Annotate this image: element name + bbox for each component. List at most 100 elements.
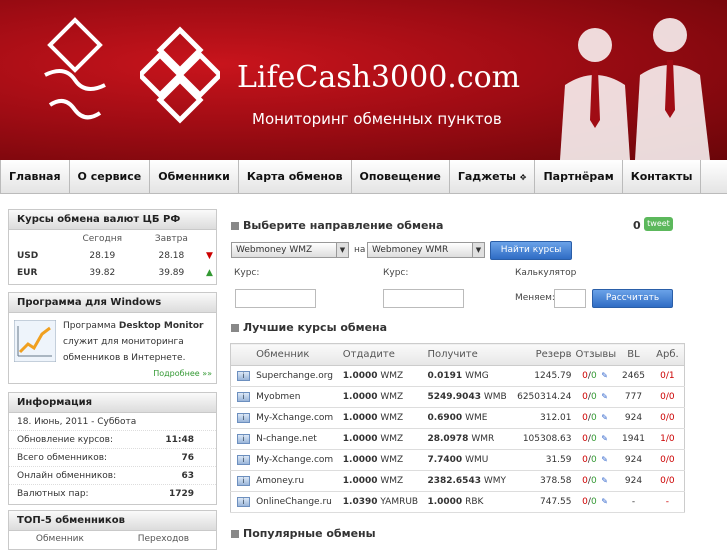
cbr-currency: USD bbox=[17, 250, 39, 261]
col-exchanger[interactable]: Обменник bbox=[256, 343, 343, 366]
reviews-cell[interactable]: 0/0 ✎ bbox=[575, 491, 617, 513]
give-cell: 1.0390 YAMRUB bbox=[342, 491, 428, 513]
exchanger-name[interactable]: My-Xchange.com bbox=[256, 449, 343, 471]
feedback-icon[interactable]: ✎ bbox=[600, 413, 610, 423]
give-currency: WMZ bbox=[380, 434, 404, 444]
col-reserve[interactable]: Резерв bbox=[517, 343, 576, 366]
info-title: Информация bbox=[9, 393, 216, 413]
table-row[interactable]: i My-Xchange.com 1.0000 WMZ 0.6900 WME 312.0… bbox=[230, 407, 685, 429]
exchanger-name[interactable]: My-Xchange.com bbox=[256, 407, 343, 429]
info-row: Валютных пар: 1729 bbox=[9, 485, 216, 503]
best-rates-title: Лучшие курсы обмена bbox=[243, 321, 388, 334]
nav-partners[interactable]: Партнёрам bbox=[535, 160, 623, 193]
exchanger-name[interactable]: N-change.net bbox=[256, 428, 343, 450]
info-cell[interactable]: i bbox=[230, 365, 257, 387]
get-amount: 28.0978 bbox=[427, 434, 469, 444]
info-cell[interactable]: i bbox=[230, 449, 257, 471]
reviews-positive: 0 bbox=[590, 455, 597, 465]
down-arrow-icon: ▼ bbox=[205, 250, 213, 261]
find-rates-button[interactable]: Найти курсы bbox=[490, 241, 572, 260]
nav-notification[interactable]: Оповещение bbox=[352, 160, 450, 193]
to-currency-select[interactable]: Webmoney WMR ▼ bbox=[367, 242, 485, 258]
nav-exchangers[interactable]: Обменники bbox=[150, 160, 239, 193]
reviews-positive: 0 bbox=[590, 413, 597, 423]
table-row[interactable]: i OnlineChange.ru 1.0390 YAMRUB 1.0000 RBK 7… bbox=[230, 491, 685, 513]
give-amount: 1.0000 bbox=[342, 434, 378, 444]
table-row[interactable]: i N-change.net 1.0000 WMZ 28.0978 WMR 105308… bbox=[230, 428, 685, 450]
best-rates-table: Обменник Отдадите Получите Резерв Отзывы… bbox=[230, 343, 685, 513]
reserve: 378.58 bbox=[517, 470, 576, 492]
get-currency: WMY bbox=[483, 476, 507, 486]
reviews-cell[interactable]: 0/0 ✎ bbox=[575, 407, 617, 429]
site-header: LifeCash3000.com Мониторинг обменных пун… bbox=[0, 0, 727, 160]
exchanger-name[interactable]: Myobmen bbox=[256, 386, 343, 408]
exchanger-name[interactable]: OnlineChange.ru bbox=[256, 491, 343, 513]
col-give[interactable]: Отдадите bbox=[342, 343, 428, 366]
info-cell[interactable]: i bbox=[230, 470, 257, 492]
table-row[interactable]: i Myobmen 1.0000 WMZ 5249.9043 WMB 6250314.2… bbox=[230, 386, 685, 408]
reviews-positive: 0 bbox=[590, 434, 597, 444]
info-icon[interactable]: i bbox=[237, 434, 251, 444]
feedback-icon[interactable]: ✎ bbox=[600, 392, 610, 402]
reviews-cell[interactable]: 0/0 ✎ bbox=[575, 365, 617, 387]
calculate-button[interactable]: Рассчитать bbox=[592, 289, 673, 308]
col-get[interactable]: Получите bbox=[427, 343, 518, 366]
table-row[interactable]: i My-Xchange.com 1.0000 WMZ 7.7400 WMU 31.59… bbox=[230, 449, 685, 471]
info-cell[interactable]: i bbox=[230, 407, 257, 429]
info-row: Онлайн обменников: 63 bbox=[9, 467, 216, 485]
info-icon[interactable]: i bbox=[237, 497, 251, 507]
feedback-icon[interactable]: ✎ bbox=[600, 434, 610, 444]
reviews-cell[interactable]: 0/0 ✎ bbox=[575, 449, 617, 471]
nav-gadgets[interactable]: Гаджеты ✥ bbox=[450, 160, 536, 193]
cbr-today: 28.19 bbox=[89, 250, 116, 261]
info-cell[interactable]: i bbox=[230, 428, 257, 450]
more-link[interactable]: Подробнее »» bbox=[153, 369, 212, 378]
nav-about[interactable]: О сервисе bbox=[70, 160, 151, 193]
rate-input-2[interactable] bbox=[383, 289, 464, 308]
logo-ornament-icon bbox=[44, 17, 106, 120]
exchanger-name[interactable]: Amoney.ru bbox=[256, 470, 343, 492]
get-cell: 1.0000 RBK bbox=[427, 491, 518, 513]
amount-input[interactable] bbox=[554, 289, 586, 308]
info-icon[interactable]: i bbox=[237, 392, 251, 402]
nav-contacts[interactable]: Контакты bbox=[623, 160, 702, 193]
info-icon[interactable]: i bbox=[237, 455, 251, 465]
give-amount: 1.0000 bbox=[342, 371, 378, 381]
reviews-cell[interactable]: 0/0 ✎ bbox=[575, 386, 617, 408]
get-cell: 0.0191 WMG bbox=[427, 365, 518, 387]
info-icon[interactable]: i bbox=[237, 413, 251, 423]
reviews-positive: 0 bbox=[590, 392, 597, 402]
site-title[interactable]: LifeCash3000.com bbox=[237, 60, 520, 95]
rate-input-1[interactable] bbox=[235, 289, 316, 308]
info-label: Валютных пар: bbox=[17, 489, 89, 499]
feedback-icon[interactable]: ✎ bbox=[600, 497, 610, 507]
reserve: 312.01 bbox=[517, 407, 576, 429]
bl-value: 777 bbox=[616, 386, 651, 408]
get-currency: WMU bbox=[465, 455, 489, 465]
feedback-icon[interactable]: ✎ bbox=[600, 455, 610, 465]
give-cell: 1.0000 WMZ bbox=[342, 470, 428, 492]
tweet-button[interactable]: tweet bbox=[644, 217, 673, 231]
arb-value: 0/1 bbox=[650, 365, 685, 387]
get-cell: 5249.9043 WMB bbox=[427, 386, 518, 408]
info-cell[interactable]: i bbox=[230, 491, 257, 513]
nav-home[interactable]: Главная bbox=[0, 160, 70, 193]
info-cell[interactable]: i bbox=[230, 386, 257, 408]
chevron-down-icon: ▼ bbox=[472, 243, 484, 257]
table-row[interactable]: i Superchange.org 1.0000 WMZ 0.0191 WMG 1245… bbox=[230, 365, 685, 387]
logo-diamond-icon bbox=[140, 26, 220, 124]
feedback-icon[interactable]: ✎ bbox=[600, 476, 610, 486]
exchanger-name[interactable]: Superchange.org bbox=[256, 365, 343, 387]
info-icon[interactable]: i bbox=[237, 476, 251, 486]
nav-exchange-map[interactable]: Карта обменов bbox=[239, 160, 352, 193]
program-name[interactable]: Desktop Monitor bbox=[119, 321, 204, 331]
table-row[interactable]: i Amoney.ru 1.0000 WMZ 2382.6543 WMY 378.58 0… bbox=[230, 470, 685, 492]
reviews-positive: 0 bbox=[590, 371, 597, 381]
reviews-cell[interactable]: 0/0 ✎ bbox=[575, 470, 617, 492]
feedback-icon[interactable]: ✎ bbox=[600, 371, 610, 381]
reviews-cell[interactable]: 0/0 ✎ bbox=[575, 428, 617, 450]
cbr-header-blank bbox=[9, 230, 65, 247]
info-icon[interactable]: i bbox=[237, 371, 251, 381]
from-currency-select[interactable]: Webmoney WMZ ▼ bbox=[231, 242, 349, 258]
best-rates-body: i Superchange.org 1.0000 WMZ 0.0191 WMG 1245… bbox=[230, 365, 685, 513]
